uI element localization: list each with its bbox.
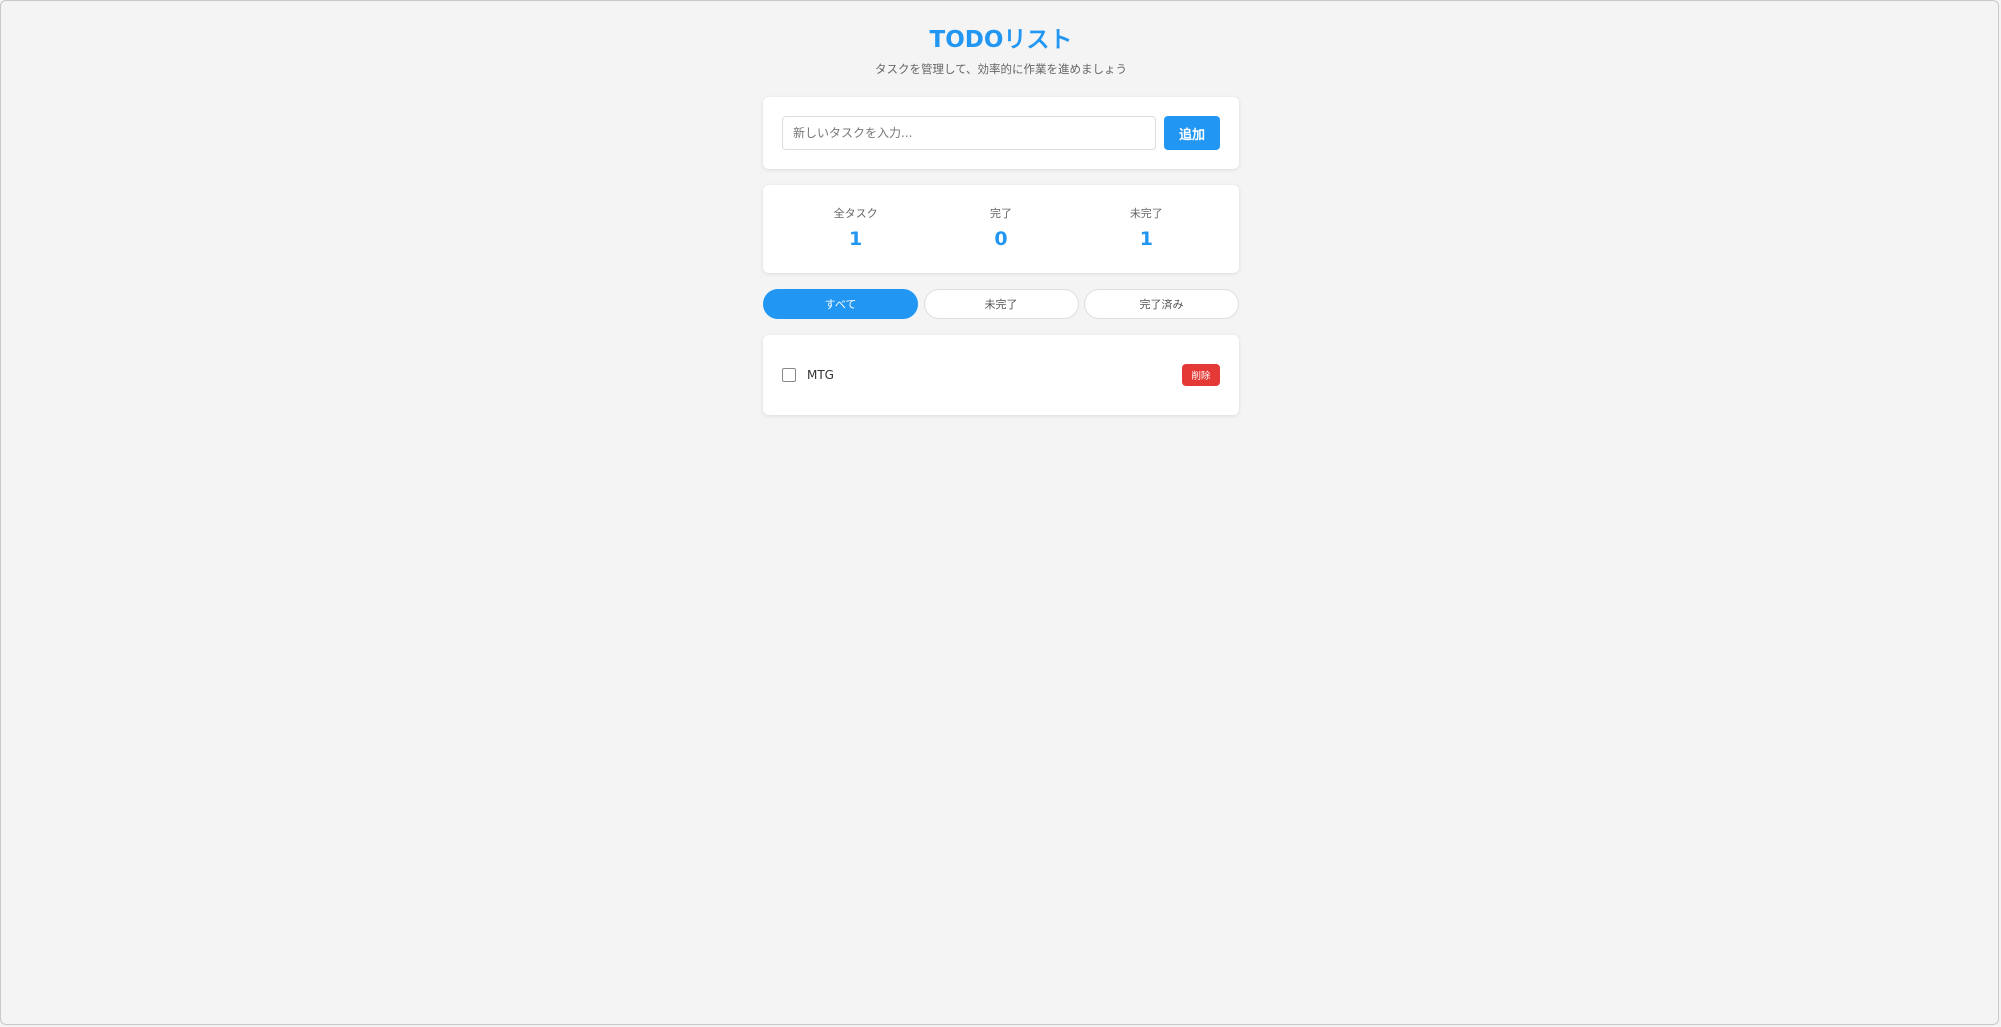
stat-completed-value: 0 <box>994 228 1008 250</box>
todo-list: MTG 削除 <box>763 335 1239 415</box>
new-task-input[interactable] <box>782 116 1156 150</box>
delete-button[interactable]: 削除 <box>1182 364 1220 386</box>
stat-completed-label: 完了 <box>989 207 1012 220</box>
stat-completed: 完了 0 <box>941 206 1061 252</box>
filter-completed-button[interactable]: 完了済み <box>1084 289 1239 319</box>
page-subtitle: タスクを管理して、効率的に作業を進めましょう <box>874 62 1128 76</box>
filter-incomplete-button[interactable]: 未完了 <box>923 289 1079 319</box>
list-item: MTG 削除 <box>782 335 1220 415</box>
stat-total-label: 全タスク <box>833 207 878 220</box>
stat-total-value: 1 <box>849 228 863 250</box>
header: TODOリスト タスクを管理して、効率的に作業を進めましょう <box>763 1 1239 77</box>
todo-checkbox[interactable] <box>782 368 796 382</box>
stat-total: 全タスク 1 <box>796 206 916 252</box>
app-window: TODOリスト タスクを管理して、効率的に作業を進めましょう 追加 全タスク 1… <box>0 0 1999 1025</box>
stats-card: 全タスク 1 完了 0 未完了 1 <box>763 185 1239 273</box>
add-task-card: 追加 <box>763 97 1239 169</box>
stat-incomplete-label: 未完了 <box>1129 207 1163 220</box>
todo-text: MTG <box>807 368 834 382</box>
stat-incomplete-value: 1 <box>1139 228 1153 250</box>
stat-incomplete: 未完了 1 <box>1086 206 1206 252</box>
filter-bar: すべて 未完了 完了済み <box>763 289 1239 319</box>
todo-container: TODOリスト タスクを管理して、効率的に作業を進めましょう 追加 全タスク 1… <box>763 1 1239 415</box>
page-title: TODOリスト <box>929 27 1073 53</box>
filter-all-button[interactable]: すべて <box>763 289 918 319</box>
add-task-button[interactable]: 追加 <box>1164 116 1220 150</box>
